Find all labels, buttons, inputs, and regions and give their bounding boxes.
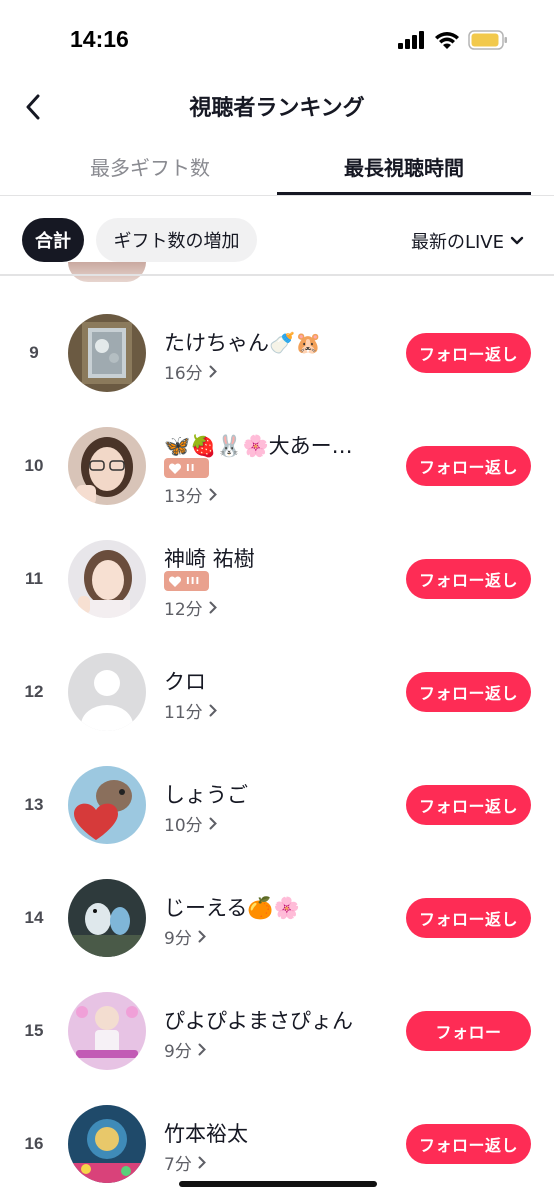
follow-back-button[interactable]: フォロー返し <box>406 785 531 825</box>
viewer-row[interactable]: 14 じーえる🍊🌸 9分 フォロー返し <box>0 862 554 974</box>
viewer-row[interactable]: 10 🦋🍓🐰🌸大あー… II 13分 フォロー返し <box>0 410 554 522</box>
heart-icon <box>168 462 182 474</box>
viewer-row[interactable]: 15 ぴよぴよまさぴょん 9分 フォロー <box>0 975 554 1087</box>
watch-duration[interactable]: 11分 <box>164 698 217 723</box>
chevron-right-icon <box>209 365 217 378</box>
filter-bar: 合計 ギフト数の増加 最新のLIVE <box>0 214 554 266</box>
chevron-down-icon <box>510 236 524 245</box>
battery-icon <box>468 30 507 50</box>
avatar[interactable] <box>68 314 146 392</box>
fan-level-value: III <box>186 575 201 587</box>
follow-back-button[interactable]: フォロー返し <box>406 559 531 599</box>
chevron-right-icon <box>209 817 217 830</box>
status-icons <box>398 30 508 50</box>
default-user-icon[interactable] <box>68 653 146 731</box>
filter-divider <box>0 274 554 276</box>
watch-duration[interactable]: 13分 <box>164 482 217 507</box>
fan-level-value: II <box>186 462 196 474</box>
avatar <box>68 262 146 282</box>
viewer-name: クロ <box>164 670 206 694</box>
viewer-name: しょうご <box>164 783 248 807</box>
wifi-icon <box>435 31 459 49</box>
heart-icon <box>168 575 182 587</box>
avatar[interactable] <box>68 540 146 618</box>
viewer-row[interactable]: 12 クロ 11分 フォロー返し <box>0 636 554 748</box>
page-title: 視聴者ランキング <box>189 96 365 121</box>
signal-icon <box>398 31 424 49</box>
viewer-name: じーえる🍊🌸 <box>164 896 300 920</box>
watch-duration[interactable]: 9分 <box>164 924 206 949</box>
filter-chip-gift-increase[interactable]: ギフト数の増加 <box>96 218 257 262</box>
avatar[interactable] <box>68 992 146 1070</box>
avatar[interactable] <box>68 766 146 844</box>
watch-duration[interactable]: 7分 <box>164 1150 206 1175</box>
viewer-row[interactable]: 13 しょうご 10分 フォロー返し <box>0 749 554 861</box>
rank-number: 16 <box>24 1134 44 1153</box>
rank-number: 12 <box>24 682 44 701</box>
home-indicator[interactable] <box>179 1181 377 1187</box>
viewer-row[interactable]: 9 たけちゃん🍼🐹 16分 フォロー返し <box>0 297 554 409</box>
chevron-right-icon <box>198 930 206 943</box>
live-sort-dropdown[interactable]: 最新のLIVE <box>411 228 524 254</box>
watch-duration[interactable]: 12分 <box>164 595 217 620</box>
watch-duration[interactable]: 9分 <box>164 1037 206 1062</box>
chevron-right-icon <box>198 1156 206 1169</box>
status-time: 14:16 <box>70 26 129 52</box>
fan-level-badge: III <box>164 571 209 591</box>
follow-back-button[interactable]: フォロー返し <box>406 1124 531 1164</box>
viewer-name: ぴよぴよまさぴょん <box>164 1009 353 1033</box>
viewer-name: 🦋🍓🐰🌸大あー… <box>164 434 353 458</box>
follow-button[interactable]: フォロー <box>406 1011 531 1051</box>
tab-longest-watch-time[interactable]: 最長視聴時間 <box>277 152 531 196</box>
fan-level-badge: II <box>164 458 209 478</box>
rank-number: 14 <box>24 908 44 927</box>
active-tab-indicator <box>277 192 531 195</box>
rank-number: 15 <box>24 1021 44 1040</box>
rank-number: 10 <box>24 456 44 475</box>
chevron-right-icon <box>209 488 217 501</box>
follow-back-button[interactable]: フォロー返し <box>406 898 531 938</box>
chevron-right-icon <box>198 1043 206 1056</box>
viewer-name: 神崎 祐樹 <box>164 547 255 571</box>
viewer-row[interactable]: 11 神崎 祐樹 III 12分 フォロー返し <box>0 523 554 635</box>
avatar[interactable] <box>68 427 146 505</box>
chevron-right-icon <box>209 601 217 614</box>
rank-number: 9 <box>29 343 39 362</box>
chevron-right-icon <box>209 704 217 717</box>
follow-back-button[interactable]: フォロー返し <box>406 446 531 486</box>
follow-back-button[interactable]: フォロー返し <box>406 672 531 712</box>
watch-duration[interactable]: 16分 <box>164 359 217 384</box>
avatar[interactable] <box>68 1105 146 1183</box>
rank-number: 11 <box>25 569 43 588</box>
status-bar: 14:16 <box>0 0 554 82</box>
avatar[interactable] <box>68 879 146 957</box>
follow-back-button[interactable]: フォロー返し <box>406 333 531 373</box>
rank-number: 13 <box>24 795 44 814</box>
watch-duration[interactable]: 10分 <box>164 811 217 836</box>
filter-chip-total[interactable]: 合計 <box>22 218 84 262</box>
tab-most-gifts[interactable]: 最多ギフト数 <box>20 152 280 196</box>
viewer-name: たけちゃん🍼🐹 <box>164 331 322 355</box>
live-sort-label: 最新のLIVE <box>410 232 504 253</box>
header: 視聴者ランキング <box>0 82 554 132</box>
ranking-tabs: 最多ギフト数 最長視聴時間 <box>0 140 554 196</box>
viewer-name: 竹本裕太 <box>164 1122 248 1146</box>
